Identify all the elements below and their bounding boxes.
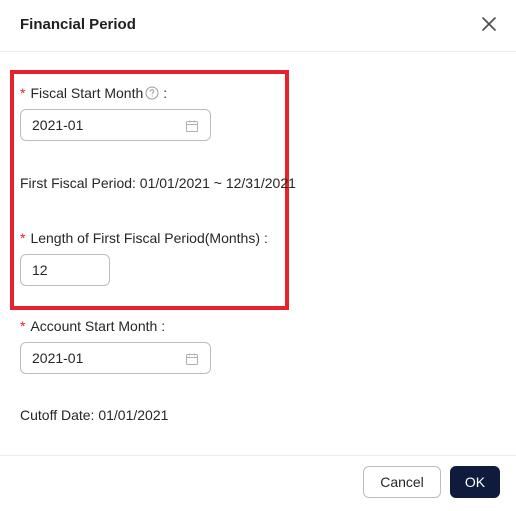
fiscal-start-month-label: * Fiscal Start Month : <box>20 85 167 101</box>
cutoff-date-text: Cutoff Date: 01/01/2021 <box>20 407 169 423</box>
required-mark: * <box>20 230 26 246</box>
length-first-period-input[interactable]: 12 <box>20 254 110 286</box>
footer-divider <box>0 455 516 456</box>
account-start-month-label-text: Account Start Month <box>30 318 158 334</box>
dialog-header: Financial Period <box>0 0 516 52</box>
required-mark: * <box>20 85 26 101</box>
ok-button[interactable]: OK <box>450 466 500 498</box>
length-first-period-label-text: Length of First Fiscal Period(Months) <box>30 230 260 246</box>
fiscal-start-month-picker[interactable]: 2021-01 <box>20 109 211 141</box>
required-mark: * <box>20 318 26 334</box>
label-colon: : <box>263 230 268 246</box>
dialog-title: Financial Period <box>20 16 136 33</box>
first-fiscal-period-text: First Fiscal Period: 01/01/2021 ~ 12/31/… <box>20 175 296 191</box>
calendar-icon <box>186 353 198 365</box>
length-first-period-value: 12 <box>32 262 48 278</box>
account-start-month-value: 2021-01 <box>32 350 84 366</box>
label-colon: : <box>161 318 166 334</box>
label-colon: : <box>163 85 168 101</box>
close-icon[interactable] <box>479 14 499 34</box>
fiscal-start-month-value: 2021-01 <box>32 117 84 133</box>
fiscal-start-month-label-text: Fiscal Start Month <box>30 85 144 101</box>
account-start-month-label: * Account Start Month : <box>20 318 165 334</box>
account-start-month-picker[interactable]: 2021-01 <box>20 342 211 374</box>
help-circle-icon[interactable] <box>145 86 159 100</box>
length-first-period-label: * Length of First Fiscal Period(Months) … <box>20 230 268 246</box>
cancel-button[interactable]: Cancel <box>363 466 441 498</box>
calendar-icon <box>186 120 198 132</box>
